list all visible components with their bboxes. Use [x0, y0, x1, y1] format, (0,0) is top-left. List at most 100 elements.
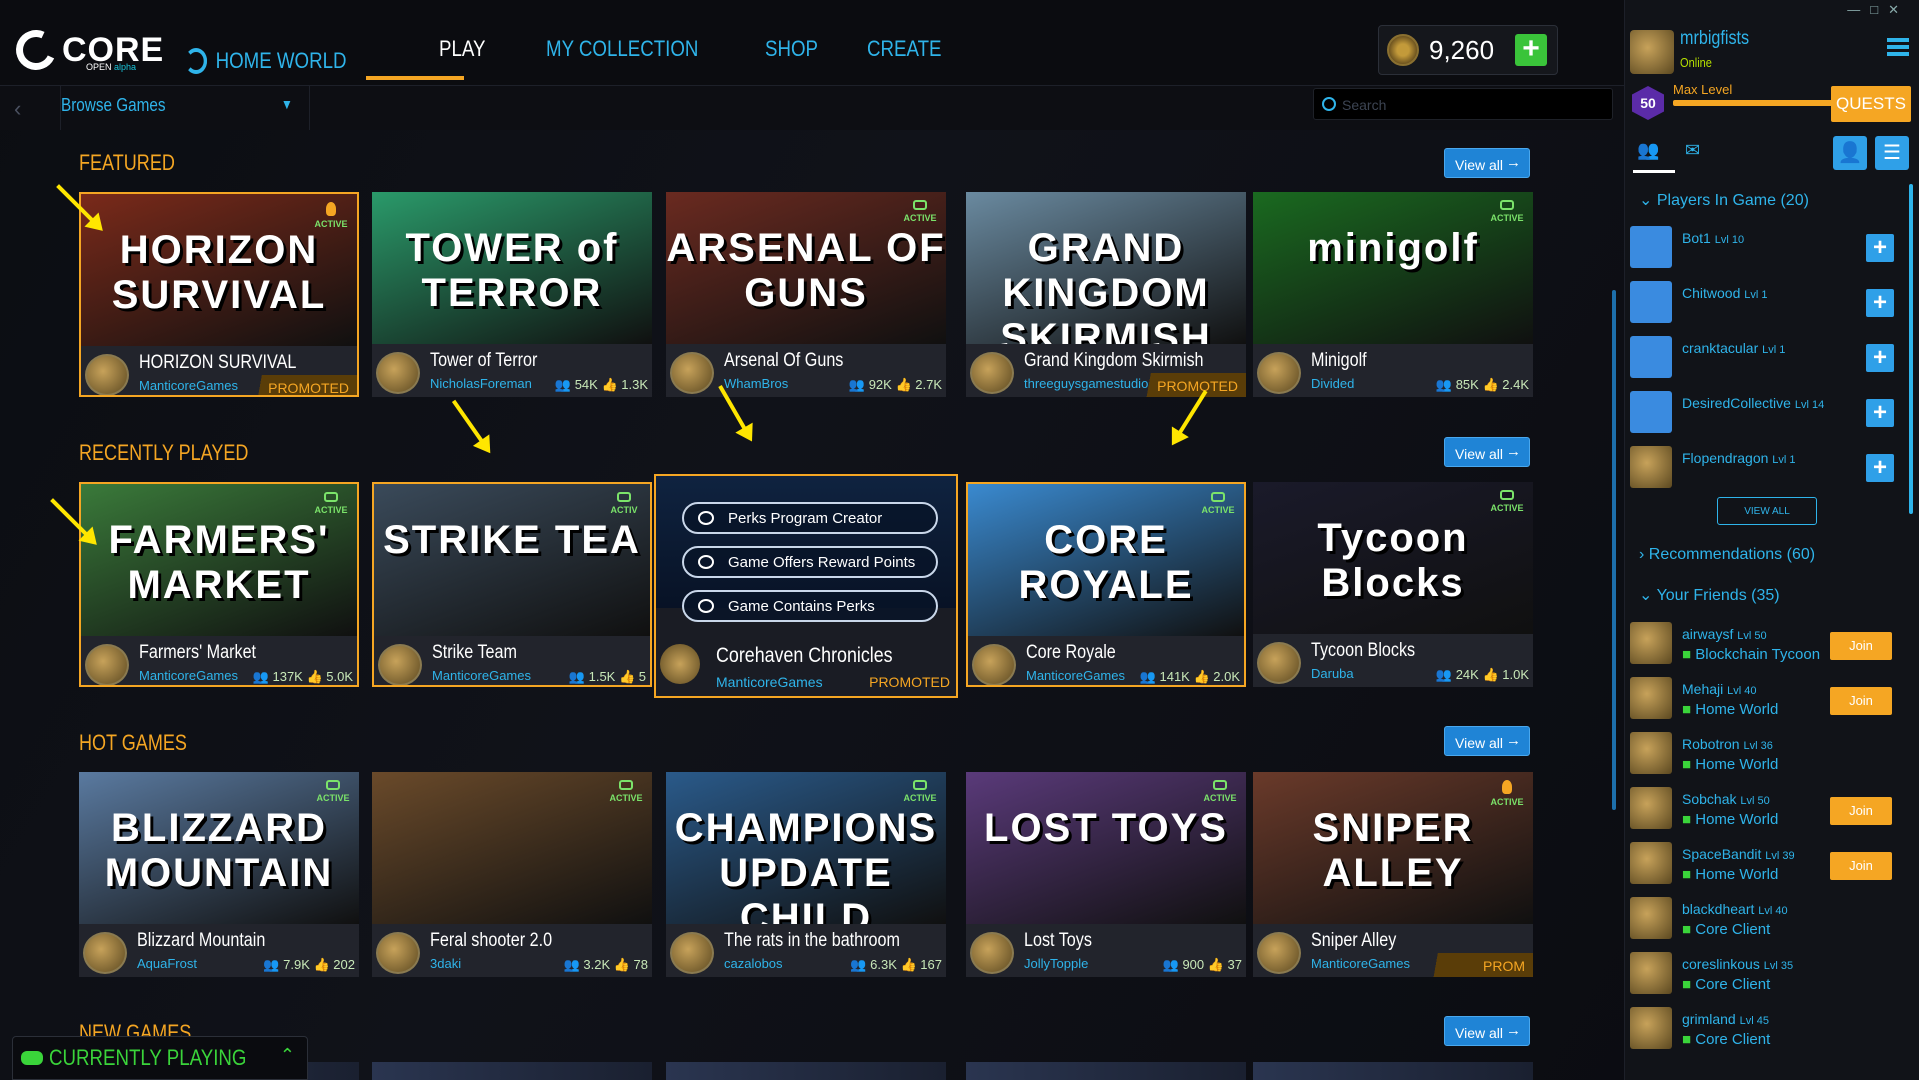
- game-creator[interactable]: ManticoreGames: [139, 668, 238, 683]
- chevron-up-icon[interactable]: ⌃: [280, 1045, 295, 1066]
- add-player-button[interactable]: +: [1866, 289, 1894, 317]
- hamburger-menu-icon[interactable]: [1887, 38, 1909, 56]
- game-card[interactable]: [966, 1062, 1246, 1080]
- friend-name[interactable]: SpaceBandit Lvl 39: [1682, 846, 1795, 862]
- game-card[interactable]: HORIZON SURVIVAL ACTIVE HORIZON SURVIVAL Ma…: [79, 192, 359, 397]
- game-card[interactable]: [666, 1062, 946, 1080]
- main-scrollbar[interactable]: [1612, 290, 1616, 810]
- user-avatar[interactable]: [1630, 30, 1674, 74]
- join-button[interactable]: Join: [1830, 852, 1892, 880]
- friend-row[interactable]: Sobchak Lvl 50 ■ Home World Join: [1630, 787, 1910, 831]
- friends-tab-icon[interactable]: 👥: [1637, 140, 1663, 162]
- friend-row[interactable]: grimland Lvl 45 ■ Core Client: [1630, 1007, 1910, 1051]
- game-creator[interactable]: ManticoreGames: [1026, 668, 1125, 683]
- friend-name[interactable]: airwaysf Lvl 50: [1682, 626, 1767, 642]
- game-card[interactable]: SNIPER ALLEY ACTIVE Sniper Alley ManticoreG…: [1253, 772, 1533, 977]
- game-card-corehaven-hover[interactable]: Perks Program Creator Game Offers Reward…: [654, 474, 958, 698]
- player-row[interactable]: Chitwood Lvl 1 +: [1630, 281, 1910, 325]
- game-creator[interactable]: AquaFrost: [137, 956, 197, 971]
- nav-home-world[interactable]: HOME WORLD: [185, 26, 347, 86]
- friend-name[interactable]: Mehaji Lvl 40: [1682, 681, 1757, 697]
- game-card[interactable]: [372, 1062, 652, 1080]
- join-button[interactable]: Join: [1830, 632, 1892, 660]
- player-row[interactable]: Bot1 Lvl 10 +: [1630, 226, 1910, 270]
- recommendations-header[interactable]: › Recommendations (60): [1639, 546, 1815, 564]
- nav-create[interactable]: CREATE: [867, 26, 941, 86]
- featured-view-all-button[interactable]: View all: [1444, 148, 1530, 178]
- recent-view-all-button[interactable]: View all: [1444, 437, 1530, 467]
- game-card[interactable]: ACTIVE Feral shooter 2.0 3daki 👥 3.2K 👍 78: [372, 772, 652, 977]
- friend-name[interactable]: blackdheart Lvl 40: [1682, 901, 1788, 917]
- currency-display[interactable]: 9,260 +: [1378, 25, 1558, 75]
- players-in-game-header[interactable]: ⌄ Players In Game (20): [1639, 190, 1809, 210]
- game-creator[interactable]: ManticoreGames: [716, 674, 823, 690]
- game-card[interactable]: CORE ROYALE ACTIVE Core Royale ManticoreGam…: [966, 482, 1246, 687]
- new-view-all-button[interactable]: View all: [1444, 1016, 1530, 1046]
- friend-name[interactable]: coreslinkous Lvl 35: [1682, 956, 1793, 972]
- friend-name[interactable]: grimland Lvl 45: [1682, 1011, 1769, 1027]
- mail-tab-icon[interactable]: ✉: [1685, 140, 1711, 162]
- game-card[interactable]: minigolf ACTIVE Minigolf Divided 👥 85K 👍 2.4…: [1253, 192, 1533, 397]
- player-name[interactable]: cranktacular Lvl 1: [1682, 340, 1785, 356]
- currently-playing-bar[interactable]: CURRENTLY PLAYING ⌃: [12, 1036, 308, 1080]
- game-creator[interactable]: Divided: [1311, 376, 1354, 391]
- game-card[interactable]: [1253, 1062, 1533, 1080]
- game-creator[interactable]: 3daki: [430, 956, 461, 971]
- player-name[interactable]: Bot1 Lvl 10: [1682, 230, 1744, 246]
- add-player-button[interactable]: +: [1866, 454, 1894, 482]
- player-name[interactable]: Flopendragon Lvl 1: [1682, 450, 1796, 466]
- game-card[interactable]: TOWER of TERROR Tower of Terror NicholasFo…: [372, 192, 652, 397]
- player-row[interactable]: cranktacular Lvl 1 +: [1630, 336, 1910, 380]
- player-row[interactable]: Flopendragon Lvl 1 +: [1630, 446, 1910, 490]
- friends-header[interactable]: ⌄ Your Friends (35): [1639, 585, 1780, 605]
- sidebar-scrollbar[interactable]: [1909, 184, 1913, 514]
- game-creator[interactable]: ManticoreGames: [139, 378, 238, 393]
- game-creator[interactable]: Daruba: [1311, 666, 1354, 681]
- add-player-button[interactable]: +: [1866, 344, 1894, 372]
- add-player-button[interactable]: +: [1866, 399, 1894, 427]
- nav-shop[interactable]: SHOP: [765, 26, 818, 86]
- friend-row[interactable]: coreslinkous Lvl 35 ■ Core Client: [1630, 952, 1910, 996]
- players-view-all-button[interactable]: VIEW ALL: [1717, 497, 1817, 525]
- join-button[interactable]: Join: [1830, 797, 1892, 825]
- friend-row[interactable]: blackdheart Lvl 40 ■ Core Client: [1630, 897, 1910, 941]
- friend-row[interactable]: SpaceBandit Lvl 39 ■ Home World Join: [1630, 842, 1910, 886]
- game-creator[interactable]: ManticoreGames: [1311, 956, 1410, 971]
- username[interactable]: mrbigfists: [1680, 28, 1749, 50]
- add-player-button[interactable]: +: [1866, 234, 1894, 262]
- game-card[interactable]: Tycoon Blocks ACTIVE Tycoon Blocks Daruba 👥 …: [1253, 482, 1533, 687]
- quests-button[interactable]: QUESTS: [1831, 86, 1911, 122]
- hot-view-all-button[interactable]: View all: [1444, 726, 1530, 756]
- game-card[interactable]: LOST TOYS ACTIVE Lost Toys JollyTopple 👥 900…: [966, 772, 1246, 977]
- game-card[interactable]: CHAMPIONS UPDATE CHILD PROTECTORSACTIVET…: [666, 772, 946, 977]
- player-name[interactable]: Chitwood Lvl 1: [1682, 285, 1768, 301]
- friend-row[interactable]: Robotron Lvl 36 ■ Home World: [1630, 732, 1910, 776]
- game-card[interactable]: STRIKE TEA ACTIV Strike Team ManticoreGames…: [372, 482, 652, 687]
- back-arrow-icon[interactable]: ‹: [14, 96, 21, 122]
- game-creator[interactable]: JollyTopple: [1024, 956, 1088, 971]
- browse-games-dropdown[interactable]: Browse Games ▼: [60, 86, 310, 130]
- game-creator[interactable]: WhamBros: [724, 376, 788, 391]
- add-currency-button[interactable]: +: [1515, 34, 1547, 66]
- game-card[interactable]: FARMERS' MARKET ACTIVE Farmers' Market Mant…: [79, 482, 359, 687]
- game-creator[interactable]: cazalobos: [724, 956, 783, 971]
- nav-my-collection[interactable]: MY COLLECTION: [546, 26, 698, 86]
- game-creator[interactable]: ManticoreGames: [432, 668, 531, 683]
- settings-sliders-button[interactable]: ☰: [1875, 136, 1909, 170]
- game-card[interactable]: ARSENAL OF GUNS ACTIVE Arsenal Of Guns Wham…: [666, 192, 946, 397]
- search-input[interactable]: Search: [1313, 88, 1613, 120]
- game-creator[interactable]: NicholasForeman: [430, 376, 532, 391]
- add-friend-button[interactable]: 👤: [1833, 136, 1867, 170]
- friend-row[interactable]: airwaysf Lvl 50 ■ Blockchain Tycoon Join: [1630, 622, 1910, 666]
- window-controls[interactable]: —□✕: [1847, 2, 1909, 18]
- game-card[interactable]: BLIZZARD MOUNTAIN ACTIVE Blizzard Mountain…: [79, 772, 359, 977]
- player-row[interactable]: DesiredCollective Lvl 14 +: [1630, 391, 1910, 435]
- core-logo[interactable]: CORE OPEN alpha: [10, 24, 166, 76]
- player-name[interactable]: DesiredCollective Lvl 14: [1682, 395, 1824, 411]
- friend-row[interactable]: Mehaji Lvl 40 ■ Home World Join: [1630, 677, 1910, 721]
- join-button[interactable]: Join: [1830, 687, 1892, 715]
- friend-name[interactable]: Robotron Lvl 36: [1682, 736, 1773, 752]
- game-card[interactable]: GRAND KINGDOM SKIRMISH Grand Kingdom Skir…: [966, 192, 1246, 397]
- friend-name[interactable]: Sobchak Lvl 50: [1682, 791, 1770, 807]
- coin-icon: [1387, 34, 1419, 66]
